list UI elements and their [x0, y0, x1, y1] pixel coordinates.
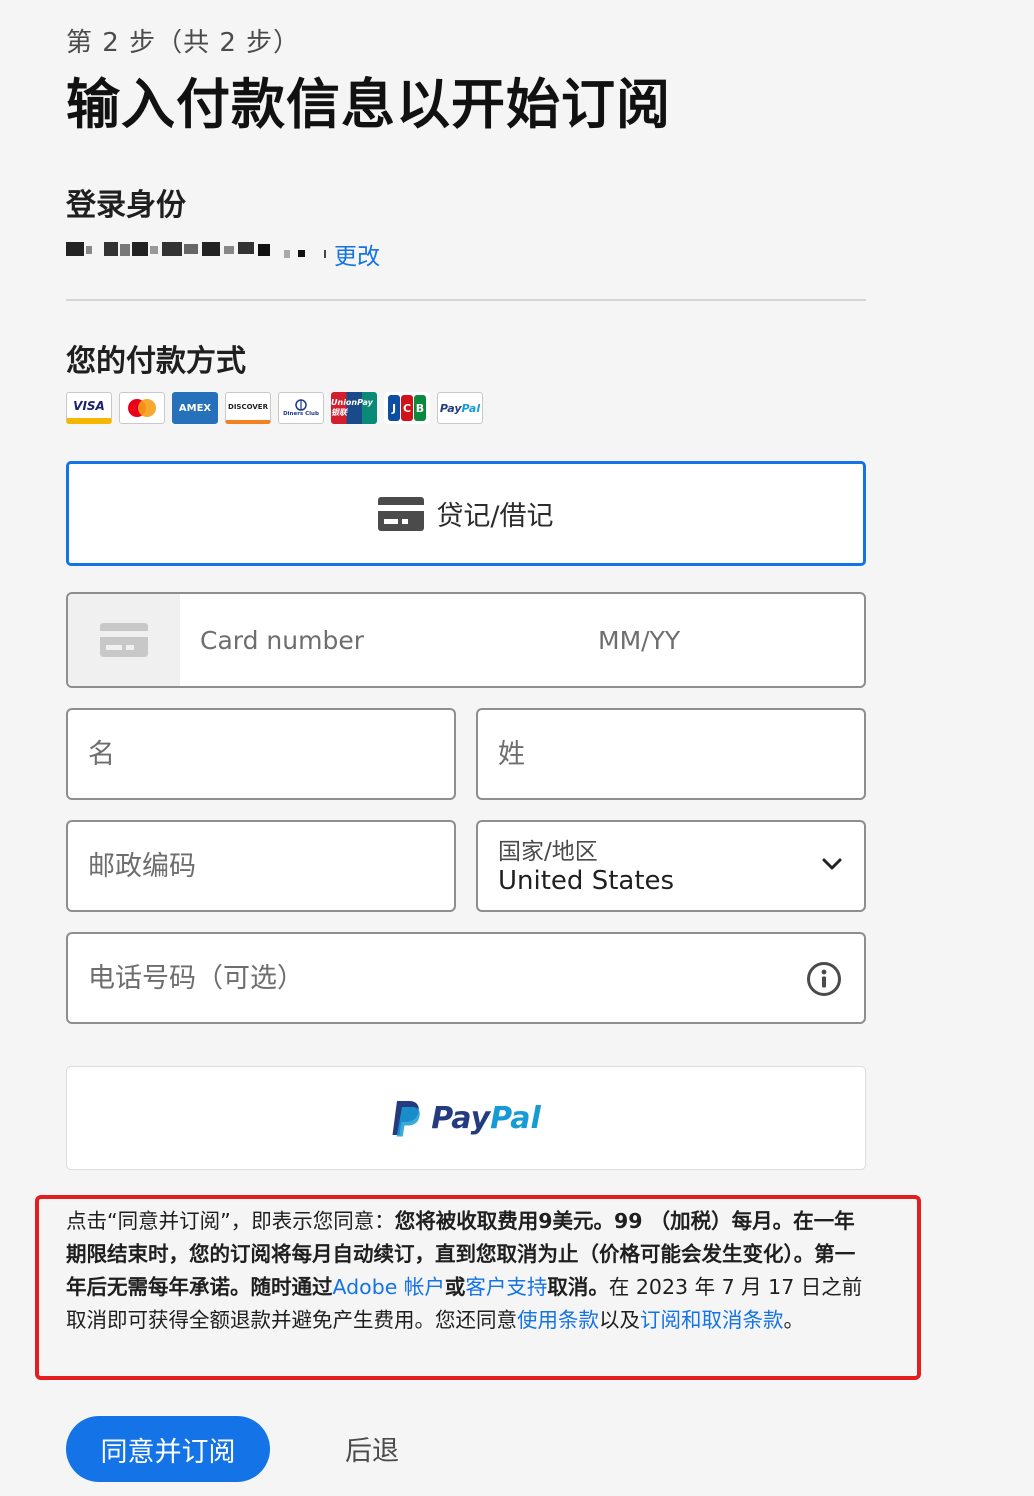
terms-of-use-link[interactable]: 使用条款	[517, 1308, 599, 1332]
terms-text: 点击“同意并订阅”，即表示您同意：您将被收取费用9美元。99 （加税）每月。在一…	[66, 1209, 863, 1332]
credit-debit-button[interactable]: 贷记/借记	[66, 461, 866, 566]
adobe-account-link[interactable]: Adobe 帐户	[333, 1275, 445, 1299]
zip-code-input[interactable]	[88, 848, 428, 884]
country-value: United States	[498, 866, 675, 896]
diners-club-text: Diners Club	[283, 411, 319, 417]
expiry-input[interactable]	[598, 622, 778, 658]
subscription-cancel-terms-link[interactable]: 订阅和取消条款	[640, 1308, 784, 1332]
card-details-row	[66, 592, 866, 688]
paypal-logo: Pay Pal	[437, 392, 483, 424]
page-title: 输入付款信息以开始订阅	[66, 73, 671, 136]
credit-debit-label: 贷记/借记	[436, 501, 554, 532]
zip-code-field[interactable]	[66, 820, 456, 912]
credit-card-icon	[378, 496, 425, 531]
country-label: 国家/地区	[498, 839, 598, 865]
mastercard-logo	[119, 392, 165, 424]
visa-logo: VISA	[66, 392, 112, 424]
phone-input[interactable]	[88, 960, 768, 996]
discover-logo: DISCOVER	[225, 392, 271, 424]
last-name-field[interactable]	[476, 708, 866, 800]
unionpay-logo: UnionPay 银联	[331, 392, 377, 424]
paypal-icon	[392, 1101, 421, 1137]
amex-logo: AMEX	[172, 392, 218, 424]
paypal-button[interactable]: PayPal	[66, 1066, 866, 1170]
divider	[66, 299, 866, 301]
card-logos: VISA AMEX DISCOVER Diners Club UnionPay …	[66, 392, 483, 424]
last-name-input[interactable]	[498, 736, 838, 772]
country-select[interactable]: 国家/地区 United States	[476, 820, 866, 912]
customer-support-link[interactable]: 客户支持	[465, 1275, 547, 1299]
redacted-email	[66, 242, 326, 258]
chevron-down-icon	[822, 858, 842, 870]
signin-title: 登录身份	[66, 188, 186, 223]
credit-card-icon	[100, 623, 148, 657]
first-name-field[interactable]	[66, 708, 456, 800]
info-icon[interactable]	[806, 961, 842, 997]
back-button[interactable]: 后退	[345, 1429, 399, 1468]
payment-method-title: 您的付款方式	[66, 344, 246, 379]
phone-field[interactable]	[66, 932, 866, 1024]
card-number-input[interactable]	[200, 622, 560, 658]
card-icon-box	[68, 594, 180, 686]
jcb-logo: J C B	[384, 392, 430, 424]
step-indicator: 第 2 步（共 2 步）	[66, 28, 301, 58]
change-account-link[interactable]: 更改	[334, 237, 380, 271]
first-name-input[interactable]	[88, 736, 428, 772]
diners-club-logo: Diners Club	[278, 392, 324, 424]
agree-subscribe-button[interactable]: 同意并订阅	[66, 1416, 270, 1482]
paypal-wordmark: PayPal	[431, 1100, 541, 1136]
